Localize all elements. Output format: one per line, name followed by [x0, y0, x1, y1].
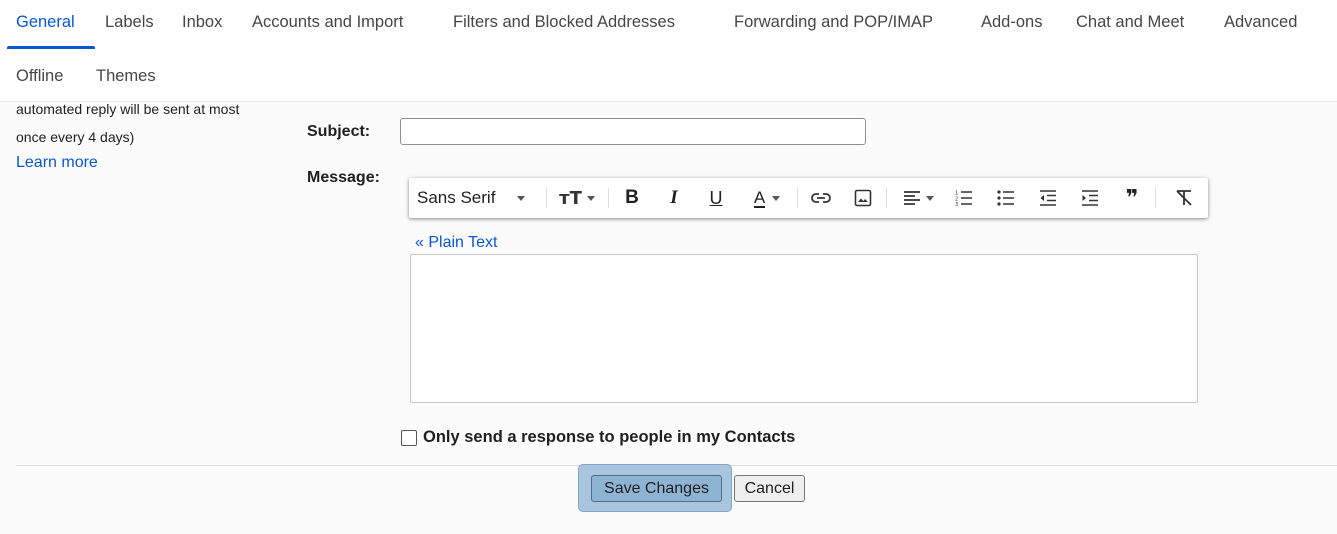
tab-general[interactable]: General — [16, 12, 75, 32]
indent-more-button[interactable] — [1074, 178, 1106, 218]
formatting-toolbar: Sans Serif тT B I U A 1 2 3 ❞ — [409, 178, 1208, 218]
toolbar-divider — [608, 188, 609, 208]
remove-formatting-button[interactable] — [1167, 178, 1201, 218]
numbered-list-icon: 1 2 3 — [955, 191, 972, 206]
tab-chat-and-meet[interactable]: Chat and Meet — [1076, 12, 1184, 32]
font-family-value: Sans Serif — [417, 188, 496, 207]
quote-icon: ❞ — [1125, 185, 1139, 211]
quote-button[interactable]: ❞ — [1116, 178, 1148, 218]
tab-inbox[interactable]: Inbox — [182, 12, 222, 32]
chevron-down-icon — [925, 195, 934, 201]
tab-forwarding-and-pop-imap[interactable]: Forwarding and POP/IMAP — [734, 12, 933, 32]
italic-icon: I — [670, 187, 678, 208]
font-size-icon: тT — [559, 187, 582, 209]
message-editor[interactable] — [410, 254, 1198, 403]
align-button[interactable] — [893, 178, 943, 218]
vacation-note-line-2: once every 4 days) — [16, 129, 135, 145]
indent-less-button[interactable] — [1032, 178, 1064, 218]
subject-input[interactable] — [400, 118, 866, 145]
chevron-down-icon — [586, 195, 595, 201]
tab-add-ons[interactable]: Add-ons — [981, 12, 1042, 32]
numbered-list-button[interactable]: 1 2 3 — [948, 178, 980, 218]
tab-active-indicator — [7, 46, 95, 49]
tab-advanced[interactable]: Advanced — [1224, 12, 1297, 32]
contacts-only-row: Only send a response to people in my Con… — [401, 428, 795, 447]
save-changes-button[interactable]: Save Changes — [591, 475, 722, 502]
bold-icon: B — [625, 187, 639, 208]
bulleted-list-icon — [997, 190, 1014, 206]
tab-themes[interactable]: Themes — [96, 66, 156, 86]
link-icon — [811, 193, 831, 203]
align-icon — [903, 191, 920, 205]
toolbar-divider — [546, 188, 547, 208]
font-family-select[interactable]: Sans Serif — [417, 178, 542, 218]
text-color-button[interactable]: A — [742, 178, 792, 218]
toolbar-divider — [797, 188, 798, 208]
indent-more-icon — [1082, 190, 1098, 206]
tab-accounts-and-import[interactable]: Accounts and Import — [252, 12, 403, 32]
italic-button[interactable]: I — [658, 178, 690, 218]
svg-text:3: 3 — [955, 202, 958, 206]
vacation-note-line-1: automated reply will be sent at most — [16, 101, 240, 117]
indent-less-icon — [1040, 190, 1056, 206]
insert-link-button[interactable] — [805, 178, 837, 218]
bold-button[interactable]: B — [616, 178, 648, 218]
remove-formatting-icon — [1176, 190, 1192, 206]
settings-tabs: General Labels Inbox Accounts and Import… — [0, 0, 1337, 101]
contacts-only-label[interactable]: Only send a response to people in my Con… — [423, 428, 795, 447]
text-color-icon: A — [753, 187, 766, 208]
learn-more-link[interactable]: Learn more — [16, 154, 98, 172]
message-label: Message: — [307, 169, 380, 186]
font-size-button[interactable]: тT — [552, 178, 602, 218]
underline-icon: U — [709, 187, 723, 208]
subject-label: Subject: — [307, 123, 371, 140]
underline-button[interactable]: U — [700, 178, 732, 218]
insert-image-button[interactable] — [847, 178, 879, 218]
cancel-button[interactable]: Cancel — [734, 475, 805, 502]
tab-filters-and-blocked-addresses[interactable]: Filters and Blocked Addresses — [453, 12, 675, 32]
chevron-down-icon — [772, 195, 781, 201]
tab-offline[interactable]: Offline — [16, 66, 63, 86]
chevron-down-icon — [517, 195, 526, 201]
contacts-only-checkbox[interactable] — [401, 429, 417, 446]
toolbar-divider — [1155, 188, 1156, 208]
toolbar-divider — [886, 188, 887, 208]
image-icon — [854, 189, 872, 207]
bulleted-list-button[interactable] — [990, 178, 1022, 218]
tab-labels[interactable]: Labels — [105, 12, 154, 32]
plain-text-link[interactable]: « Plain Text — [415, 234, 497, 252]
